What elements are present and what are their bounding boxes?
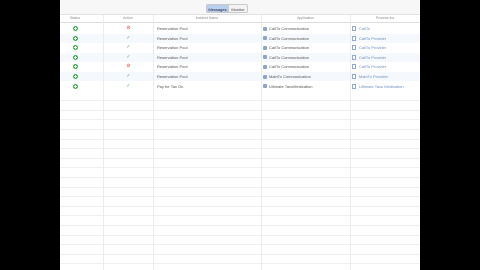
- table-row[interactable]: ⊘ Reservation Pool CallTo Communication Cal…: [60, 24, 420, 33]
- process-link[interactable]: MainTo Provider: [359, 72, 419, 81]
- incidents-table: Status Action Incident Name Application …: [60, 15, 420, 270]
- check-icon[interactable]: ✓: [126, 83, 131, 90]
- empty-row-line: [60, 186, 420, 188]
- empty-row-line: [60, 129, 420, 130]
- empty-row-line: [60, 263, 420, 265]
- incident-name-cell: Reservation Pool: [157, 64, 188, 70]
- column-divider: [103, 15, 104, 270]
- table-row[interactable]: ✓ Reservation Pool CallTo Communication Cal…: [60, 33, 420, 43]
- document-icon: [352, 83, 356, 89]
- table-row[interactable]: ✓ Pay for Tax On Ultimate TaxoMedication Ul…: [60, 82, 420, 91]
- incident-name-cell: Reservation Pool: [157, 35, 188, 41]
- plus-circle-icon: [73, 35, 78, 41]
- check-icon[interactable]: ✓: [126, 54, 131, 61]
- error-circle-icon[interactable]: ⊘: [126, 25, 131, 32]
- app-icon: [263, 74, 267, 79]
- column-header-process-ins[interactable]: Process Ins: [350, 15, 420, 22]
- table-row[interactable]: ✓ Reservation Pool MainTo Communication Mai…: [60, 72, 420, 81]
- application-cell: CallTo Communication: [269, 45, 310, 51]
- messages-segment-button[interactable]: Messages: [206, 4, 229, 13]
- process-link[interactable]: CallTo Provider: [359, 34, 419, 43]
- application-cell: CallTo Communication: [269, 64, 310, 70]
- app-icon: [263, 26, 267, 31]
- monitor-segment-button[interactable]: Monitor: [229, 4, 248, 13]
- app-window: Messages Monitor Status Action Incident …: [60, 0, 420, 270]
- plus-circle-icon: [73, 26, 78, 31]
- empty-row-line: [60, 215, 420, 217]
- plus-circle-icon: [73, 74, 78, 79]
- incident-name-cell: Reservation Pool: [157, 54, 188, 60]
- document-icon: [352, 64, 356, 70]
- empty-row-line: [60, 244, 420, 246]
- application-cell: CallTo Communication: [269, 54, 310, 60]
- check-icon[interactable]: ✓: [126, 73, 131, 80]
- empty-row-line: [60, 157, 420, 159]
- process-link[interactable]: CallTo Provider: [359, 43, 419, 52]
- application-cell: Ultimate TaxoMedication: [269, 83, 313, 89]
- check-icon[interactable]: ✓: [126, 44, 131, 51]
- document-icon: [352, 74, 356, 79]
- empty-row-line: [60, 253, 420, 255]
- empty-row-line: [60, 119, 420, 121]
- empty-row-line: [60, 138, 420, 140]
- application-cell: CallTo Communication: [269, 26, 310, 31]
- incident-name-cell: Pay for Tax On: [157, 83, 184, 89]
- incident-name-cell: Reservation Pool: [157, 26, 188, 31]
- column-divider: [153, 15, 154, 270]
- column-header-action[interactable]: Action: [104, 15, 152, 22]
- app-icon: [263, 64, 267, 69]
- table-row[interactable]: ⊘ Reservation Pool CallTo Communication Cal…: [60, 62, 420, 71]
- incident-name-cell: Reservation Pool: [157, 74, 188, 79]
- check-icon[interactable]: ✓: [126, 35, 131, 42]
- document-icon: [352, 26, 356, 31]
- plus-circle-icon: [73, 54, 78, 60]
- header-divider: [60, 22, 420, 23]
- column-header-status[interactable]: Status: [60, 15, 90, 22]
- empty-row-line: [60, 205, 420, 207]
- process-link[interactable]: CallTo: [359, 24, 419, 33]
- app-icon: [263, 36, 267, 41]
- app-icon: [263, 84, 267, 89]
- app-icon: [263, 55, 267, 60]
- document-icon: [352, 54, 356, 60]
- plus-circle-icon: [73, 83, 78, 89]
- table-row[interactable]: ✓ Reservation Pool CallTo Communication Cal…: [60, 43, 420, 52]
- application-cell: MainTo Communication: [269, 74, 311, 79]
- empty-row-line: [60, 196, 420, 198]
- incident-name-cell: Reservation Pool: [157, 45, 188, 51]
- empty-row-line: [60, 167, 420, 169]
- table-row[interactable]: ✓ Reservation Pool CallTo Communication Cal…: [60, 52, 420, 62]
- column-divider: [350, 15, 351, 270]
- document-icon: [352, 35, 356, 41]
- error-circle-icon[interactable]: ⊘: [126, 63, 131, 70]
- plus-circle-icon: [73, 45, 78, 51]
- process-link[interactable]: Ultimate Taxo Medication: [359, 82, 419, 91]
- empty-row-line: [60, 109, 420, 111]
- empty-row-line: [60, 100, 420, 102]
- empty-row-line: [60, 225, 420, 226]
- plus-circle-icon: [73, 64, 78, 70]
- column-header-application[interactable]: Application: [261, 15, 350, 22]
- empty-row-line: [60, 148, 420, 150]
- column-header-incident-name[interactable]: Incident Name: [153, 15, 261, 22]
- application-cell: CallTo Communication: [269, 35, 310, 41]
- empty-row-line: [60, 177, 420, 178]
- process-link[interactable]: CallTo Provider: [359, 62, 419, 71]
- column-divider: [261, 15, 262, 270]
- document-icon: [352, 45, 356, 51]
- empty-row-line: [60, 234, 420, 236]
- toolbar: Messages Monitor: [60, 0, 420, 15]
- app-icon: [263, 45, 267, 50]
- process-link[interactable]: CallTo Provider: [359, 53, 419, 62]
